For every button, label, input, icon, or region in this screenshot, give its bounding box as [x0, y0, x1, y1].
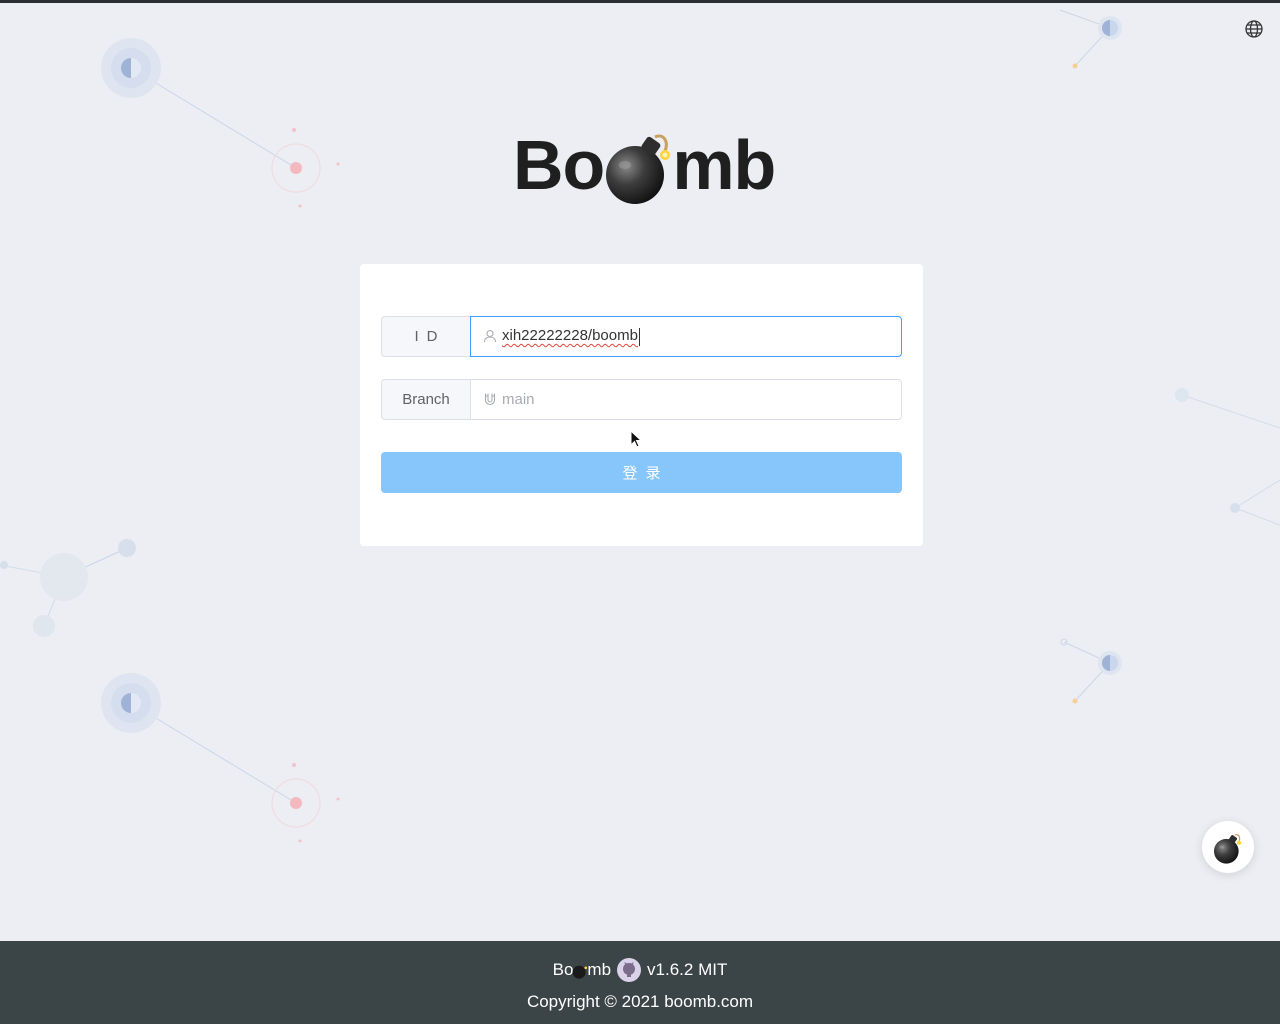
- text-caret: [639, 328, 640, 346]
- footer-brand-right: mb: [587, 960, 612, 979]
- branch-input[interactable]: [502, 384, 882, 415]
- footer-brand-left: Bo: [552, 960, 574, 979]
- magnet-icon: [484, 393, 496, 406]
- bomb-icon: [573, 965, 588, 979]
- github-icon[interactable]: [617, 958, 642, 982]
- footer-copyright: Copyright © 2021 boomb.com: [526, 992, 754, 1011]
- id-label: ID: [381, 316, 470, 357]
- footer: Bo mb v1.6.2 MIT Copyright © 2021 boomb.…: [0, 941, 1280, 1024]
- bomb-icon: [606, 134, 671, 204]
- bomb-icon: [1213, 834, 1242, 864]
- login-card: ID xih22222228/boomb Branch main 登录: [360, 264, 923, 546]
- footer-version: v1.6.2 MIT: [647, 960, 728, 979]
- branch-label: Branch: [381, 379, 470, 420]
- branch-input-wrapper: [470, 379, 902, 420]
- id-input-value: xih22222228/boomb: [502, 327, 638, 344]
- app-logo: Bo mb: [513, 120, 776, 210]
- id-input-wrapper[interactable]: xih22222228/boomb: [470, 316, 902, 357]
- branch-field-group: Branch: [381, 379, 902, 420]
- floating-action-button[interactable]: [1202, 821, 1254, 873]
- logo-text-right: mb: [672, 126, 776, 204]
- globe-icon: [1245, 20, 1263, 38]
- user-icon: [483, 329, 497, 343]
- id-field-group: ID xih22222228/boomb: [381, 316, 902, 357]
- login-button[interactable]: 登录: [381, 452, 902, 493]
- language-switch-button[interactable]: [1244, 19, 1264, 39]
- mouse-pointer-icon: [630, 430, 642, 448]
- logo-text-left: Bo: [513, 126, 605, 204]
- footer-version-line: Bo mb v1.6.2 MIT: [0, 958, 1280, 982]
